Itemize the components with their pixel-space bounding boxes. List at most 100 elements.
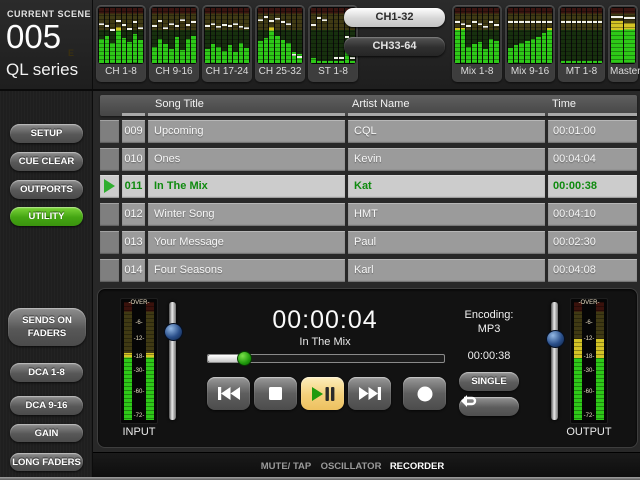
sidebar-button-dca-9-16[interactable]: DCA 9-16 [10,396,83,415]
song-time-cell: 00:00:38 [548,175,637,198]
encoding-label: Encoding: [455,308,523,322]
meter-bank-ch-9-16[interactable]: CH 9-16 [149,5,199,82]
output-fader-track[interactable] [551,302,558,420]
meter-display [257,7,303,64]
previous-button[interactable] [207,377,250,410]
meter-bar [110,8,115,63]
sidebar-button-sends-on-faders[interactable]: SENDS ON FADERS [8,308,86,346]
meter-display [507,7,553,64]
peak-hold-indicator [611,16,623,18]
sidebar-button-dca-1-8[interactable]: DCA 1-8 [10,363,83,382]
meter-bar [133,8,138,63]
sidebar-button-cue-clear[interactable]: CUE CLEAR [10,152,83,171]
meter-bank-ch-1-8[interactable]: CH 1-8 [96,5,146,82]
song-row-010[interactable]: 010OnesKevin00:04:04 [100,148,637,171]
meter-bar [286,8,291,63]
meter-bar-fill [572,61,576,63]
song-row-013[interactable]: 013Your MessagePaul00:02:30 [100,231,637,254]
meter-bar [494,8,499,63]
meter-bank-mix-9-16[interactable]: Mix 9-16 [505,5,555,82]
song-row-011[interactable]: 011In The MixKat00:00:38 [100,175,637,198]
meter-bank-ch-17-24[interactable]: CH 17-24 [202,5,252,82]
peak-hold-indicator [519,21,524,23]
peak-hold-indicator [566,21,570,23]
elapsed-time-display: 00:00:04 [230,306,420,335]
meter-bar-fill [598,61,602,63]
meter-bar [519,8,524,63]
single-mode-button[interactable]: SINGLE [459,372,519,391]
level-meter-fill [124,353,132,420]
peak-hold-indicator [258,19,263,21]
meter-bar-fill [489,39,494,63]
peak-hold-indicator [175,25,180,27]
peak-hold-indicator [472,21,477,23]
meter-bank-ch-25-32[interactable]: CH 25-32 [255,5,305,82]
song-artist-cell: HMT [348,203,545,226]
peak-hold-indicator [339,57,344,59]
song-row-012[interactable]: 012Winter SongHMT00:04:10 [100,203,637,226]
meter-bar-fill [587,61,591,63]
tab-mute-tap[interactable]: MUTE/ TAP [261,461,312,472]
input-level-meter: -OVER--6--12--18--30--60--72- [120,298,158,424]
meter-bar-fill [478,42,483,63]
level-meter-fill [574,339,582,420]
repeat-mode-button[interactable] [459,397,519,416]
sidebar: SETUP CUE CLEAR OUTPORTS UTILITY SENDS ON FA… [0,91,93,477]
next-button[interactable] [348,377,391,410]
tab-recorder[interactable]: RECORDER [390,461,444,472]
meter-bar [542,8,547,63]
meter-bar [205,8,210,63]
meter-bar [239,8,244,63]
meter-bar [152,8,157,63]
meter-bar [116,8,121,63]
meter-bar-fill [105,36,110,64]
record-button[interactable] [403,377,446,410]
scene-block: CURRENT SCENE 005 E QL series [0,0,93,89]
song-row-014[interactable]: 014Four SeasonsKarl00:04:08 [100,259,637,282]
meter-bank-mt-1-8[interactable]: MT 1-8 [558,5,605,82]
sidebar-button-long-faders[interactable]: LONG FADERS [10,453,83,471]
tab-oscillator[interactable]: OSCILLATOR [321,461,382,472]
peak-hold-indicator [286,23,291,25]
meter-bar [169,8,174,63]
stop-button[interactable] [254,377,297,410]
meter-bar-fill [127,42,132,63]
output-fader-knob[interactable] [546,330,565,348]
meter-scale-label: -30- [571,368,607,374]
progress-bar[interactable] [207,354,445,363]
song-time-cell: 00:02:30 [548,231,637,254]
peak-hold-indicator [138,27,143,29]
meter-bank-master[interactable]: Master [608,5,638,82]
meter-bar [122,8,127,63]
sidebar-button-utility[interactable]: UTILITY [10,207,83,226]
meter-bar-fill [110,43,115,63]
input-fader-track[interactable] [169,302,176,420]
song-row-009[interactable]: 009UpcomingCQL00:01:00 [100,120,637,143]
play-pause-icon [311,386,335,402]
meter-bar-fill [455,28,460,63]
meter-bar [175,8,180,63]
meter-bank-mix-1-8[interactable]: Mix 1-8 [452,5,502,82]
peak-hold-indicator [478,23,483,25]
sidebar-button-setup[interactable]: SETUP [10,124,83,143]
peak-hold-indicator [587,21,591,23]
peak-hold-indicator [180,19,185,21]
peak-hold-indicator [494,24,499,26]
song-time-cell: 00:01:00 [548,120,637,143]
input-meter-label: INPUT [109,426,169,438]
song-num-cell: 010 [122,148,145,171]
meter-bar [269,8,274,63]
console-series-label: QL series [6,60,78,80]
meter-bar-fill [281,40,286,63]
peak-hold-indicator [514,21,519,23]
meter-bank-label: Mix 9-16 [507,64,553,80]
sidebar-button-outports[interactable]: OUTPORTS [10,180,83,199]
sidebar-button-gain[interactable]: GAIN [10,424,83,442]
meter-page-ch1-32-button[interactable]: CH1-32 [344,8,445,27]
peak-hold-indicator [455,21,460,23]
play-pause-button[interactable] [301,377,344,410]
meter-page-ch33-64-button[interactable]: CH33-64 [344,37,445,56]
level-meter-fill [596,339,604,420]
song-time-cell [548,113,637,116]
input-fader-knob[interactable] [164,323,183,341]
